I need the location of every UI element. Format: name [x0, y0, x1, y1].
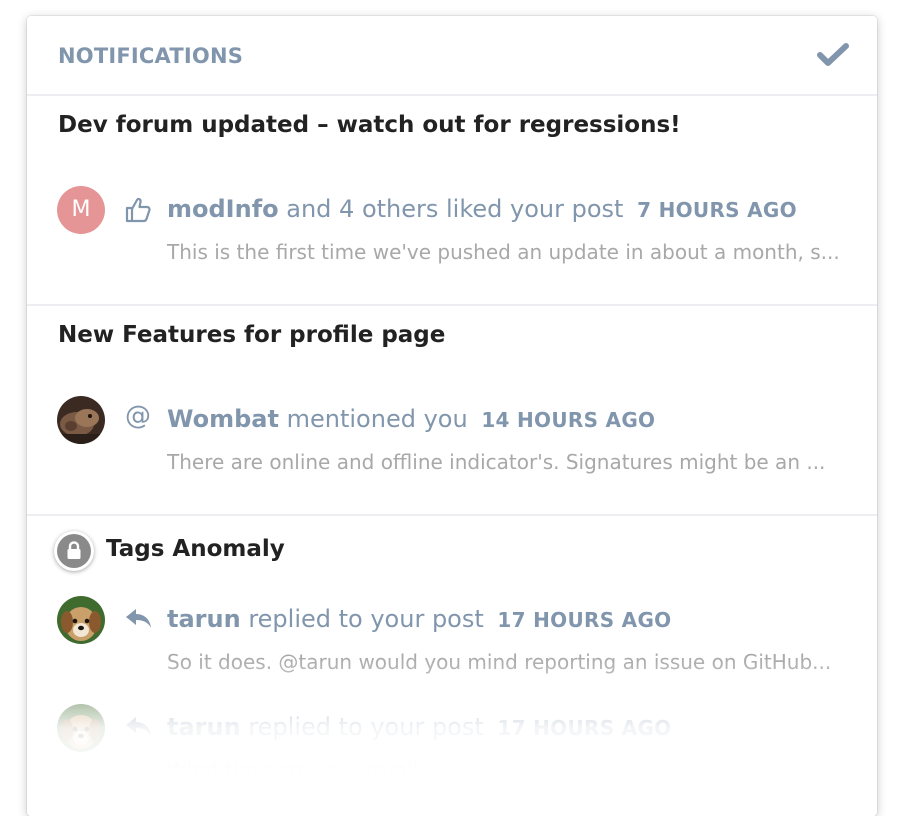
dog-avatar[interactable]	[57, 596, 105, 644]
notification-item[interactable]: tarun replied to your post 17 HOURS AGO …	[27, 704, 877, 794]
topic-group: Dev forum updated – watch out for regres…	[27, 96, 877, 306]
notification-excerpt: This is the first time we've pushed an u…	[167, 240, 840, 264]
topic-group: Tags Anomaly tarun replied to your post …	[27, 516, 877, 816]
lock-icon	[54, 531, 94, 571]
notification-excerpt: There are online and offline indicator's…	[167, 450, 826, 474]
notification-time: 17 HOURS AGO	[497, 716, 672, 740]
notifications-panel: NOTIFICATIONS Dev forum updated – watch …	[27, 16, 877, 816]
notification-action: and 4 others liked your post	[286, 195, 624, 223]
check-icon[interactable]	[817, 42, 849, 68]
notification-excerpt: What time are you usually	[167, 758, 431, 782]
avatar[interactable]: M	[57, 186, 105, 234]
topic-title[interactable]: Tags Anomaly	[106, 536, 285, 562]
notification-item[interactable]: tarun replied to your post 17 HOURS AGO …	[27, 596, 877, 686]
notification-time: 17 HOURS AGO	[497, 608, 672, 632]
at-mention-icon: @	[125, 401, 151, 431]
notifications-header: NOTIFICATIONS	[27, 16, 877, 96]
topic-title[interactable]: Dev forum updated – watch out for regres…	[58, 112, 681, 138]
notification-action: replied to your post	[248, 605, 484, 633]
notifications-title: NOTIFICATIONS	[58, 44, 244, 68]
notification-time: 7 HOURS AGO	[637, 198, 797, 222]
notification-summary: tarun replied to your post 17 HOURS AGO	[167, 713, 671, 741]
notification-time: 14 HOURS AGO	[481, 408, 656, 432]
dog-avatar[interactable]	[57, 704, 105, 752]
notification-action: mentioned you	[286, 405, 468, 433]
notification-username[interactable]: Wombat	[167, 405, 279, 433]
notification-username[interactable]: modInfo	[167, 195, 279, 223]
notification-summary: Wombat mentioned you 14 HOURS AGO	[167, 405, 655, 433]
notification-excerpt: So it does. @tarun would you mind report…	[167, 650, 832, 674]
wombat-avatar[interactable]	[57, 396, 105, 444]
notification-summary: modInfo and 4 others liked your post 7 H…	[167, 195, 797, 223]
notification-item[interactable]: M modInfo and 4 others liked your post 7…	[27, 186, 877, 276]
notification-username[interactable]: tarun	[167, 605, 241, 633]
reply-icon	[124, 606, 154, 634]
topic-group: New Features for profile page @ Wombat m…	[27, 306, 877, 516]
notification-action: replied to your post	[248, 713, 484, 741]
notification-summary: tarun replied to your post 17 HOURS AGO	[167, 605, 671, 633]
reply-icon	[124, 714, 154, 742]
topic-title[interactable]: New Features for profile page	[58, 322, 445, 348]
notification-username[interactable]: tarun	[167, 713, 241, 741]
thumbs-up-icon	[124, 196, 154, 224]
notification-item[interactable]: @ Wombat mentioned you 14 HOURS AGO Ther…	[27, 396, 877, 486]
